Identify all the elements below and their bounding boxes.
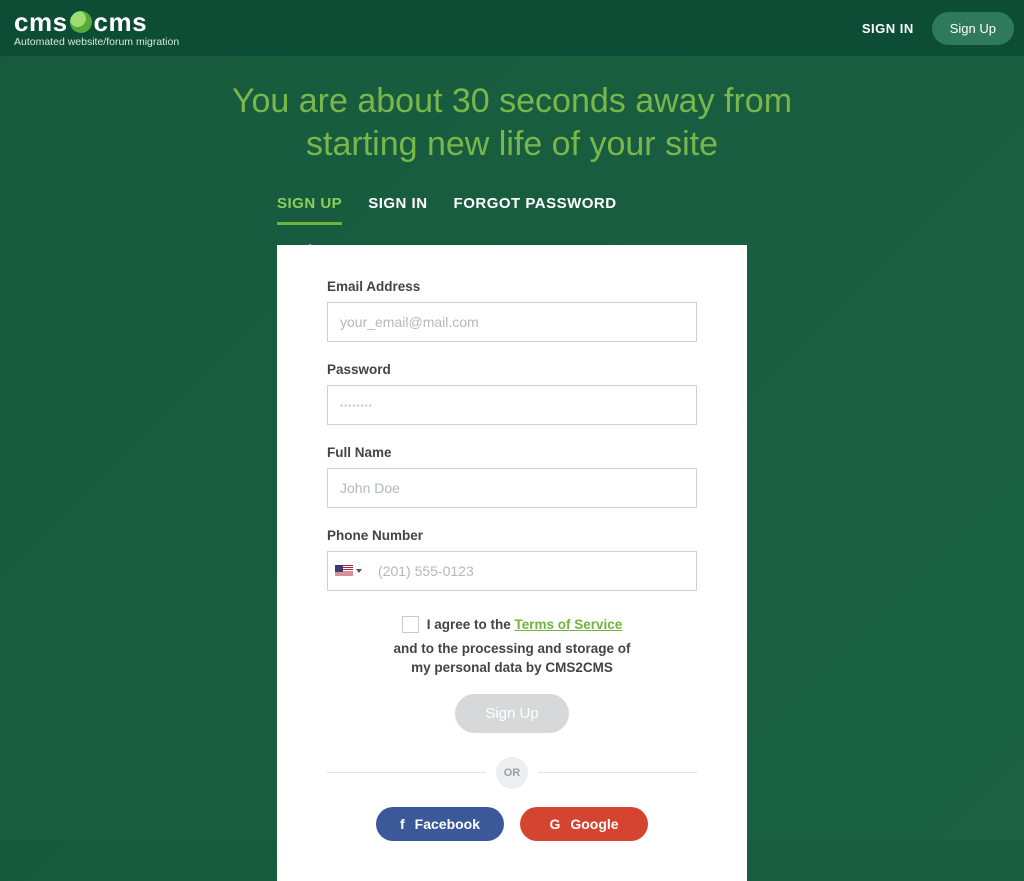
headline-line1: You are about 30 seconds away from [232, 82, 792, 120]
consent-prefix: I agree to the [427, 617, 515, 632]
facebook-login-button[interactable]: f Facebook [376, 807, 504, 841]
fullname-label: Full Name [327, 445, 697, 460]
headline: You are about 30 seconds away from start… [0, 80, 1024, 165]
fullname-field[interactable] [327, 468, 697, 508]
us-flag-icon [335, 565, 353, 577]
phone-label: Phone Number [327, 528, 697, 543]
header-signin-link[interactable]: SIGN IN [862, 21, 914, 36]
google-login-button[interactable]: G Google [520, 807, 648, 841]
facebook-label: Facebook [415, 816, 480, 832]
tab-forgot-password[interactable]: FORGOT PASSWORD [454, 195, 617, 225]
email-label: Email Address [327, 279, 697, 294]
phone-field[interactable] [368, 552, 696, 590]
divider-line [538, 772, 697, 773]
or-badge: OR [496, 757, 528, 789]
chevron-down-icon [356, 569, 362, 573]
header-signup-button[interactable]: Sign Up [932, 12, 1014, 45]
phone-field-wrapper [327, 551, 697, 591]
headline-line2: starting new life of your site [306, 125, 718, 163]
logo-left: cms [14, 9, 68, 35]
signup-card: Email Address Password Full Name Phone N… [277, 245, 747, 881]
consent-checkbox[interactable] [402, 616, 419, 633]
consent-line2: and to the processing and storage of [393, 641, 630, 656]
consent-block: I agree to the Terms of Service and to t… [327, 615, 697, 678]
divider-line [327, 772, 486, 773]
consent-line3: my personal data by CMS2CMS [411, 660, 613, 675]
social-login-row: f Facebook G Google [327, 807, 697, 841]
email-field[interactable] [327, 302, 697, 342]
auth-tabs: SIGN UP SIGN IN FORGOT PASSWORD [277, 195, 747, 225]
tab-signin[interactable]: SIGN IN [368, 195, 427, 225]
country-code-selector[interactable] [328, 552, 368, 590]
or-divider: OR [327, 757, 697, 789]
logo-tagline: Automated website/forum migration [14, 37, 179, 48]
swirl-icon [70, 11, 92, 33]
password-label: Password [327, 362, 697, 377]
terms-of-service-link[interactable]: Terms of Service [514, 617, 622, 632]
hero: You are about 30 seconds away from start… [0, 80, 1024, 165]
google-label: Google [570, 816, 618, 832]
tab-signup[interactable]: SIGN UP [277, 195, 342, 225]
signup-submit-button[interactable]: Sign Up [455, 694, 568, 733]
password-field[interactable] [327, 385, 697, 425]
top-bar: cms cms Automated website/forum migratio… [0, 0, 1024, 56]
logo-wordmark: cms cms [14, 9, 179, 35]
logo[interactable]: cms cms Automated website/forum migratio… [14, 9, 179, 48]
facebook-icon: f [400, 816, 405, 832]
logo-right: cms [94, 9, 148, 35]
google-icon: G [549, 816, 560, 832]
